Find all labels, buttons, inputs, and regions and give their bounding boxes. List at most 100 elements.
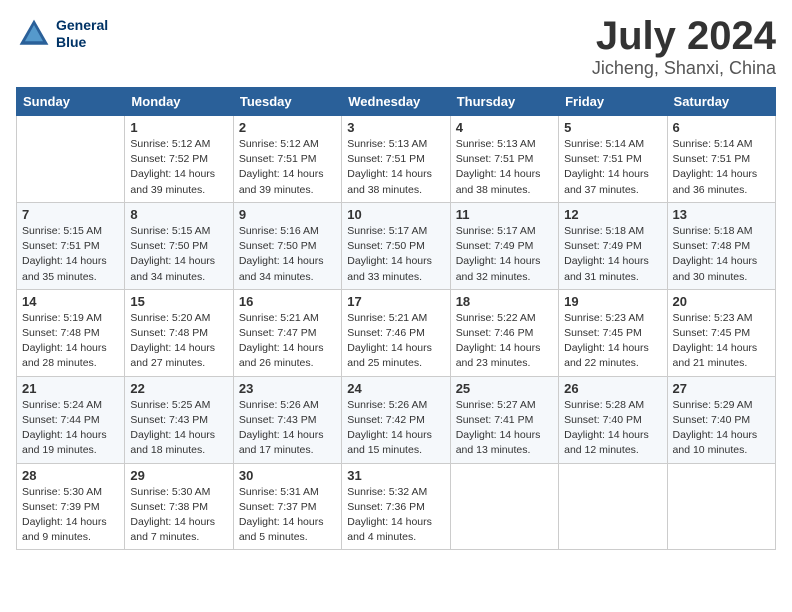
day-number: 9 — [239, 207, 336, 222]
day-info: Sunrise: 5:30 AMSunset: 7:38 PMDaylight:… — [130, 485, 227, 546]
day-number: 22 — [130, 381, 227, 396]
day-info: Sunrise: 5:12 AMSunset: 7:52 PMDaylight:… — [130, 137, 227, 198]
day-info: Sunrise: 5:30 AMSunset: 7:39 PMDaylight:… — [22, 485, 119, 546]
weekday-header-monday: Monday — [125, 88, 233, 116]
calendar-cell: 30 Sunrise: 5:31 AMSunset: 7:37 PMDayligh… — [233, 463, 341, 550]
day-number: 24 — [347, 381, 444, 396]
day-info: Sunrise: 5:13 AMSunset: 7:51 PMDaylight:… — [347, 137, 444, 198]
logo-icon — [16, 16, 52, 52]
day-info: Sunrise: 5:20 AMSunset: 7:48 PMDaylight:… — [130, 311, 227, 372]
day-info: Sunrise: 5:18 AMSunset: 7:48 PMDaylight:… — [673, 224, 770, 285]
day-info: Sunrise: 5:14 AMSunset: 7:51 PMDaylight:… — [673, 137, 770, 198]
calendar-cell: 24 Sunrise: 5:26 AMSunset: 7:42 PMDayligh… — [342, 376, 450, 463]
day-number: 12 — [564, 207, 661, 222]
calendar-cell: 25 Sunrise: 5:27 AMSunset: 7:41 PMDayligh… — [450, 376, 558, 463]
day-number: 3 — [347, 120, 444, 135]
day-number: 5 — [564, 120, 661, 135]
calendar-cell: 8 Sunrise: 5:15 AMSunset: 7:50 PMDaylight… — [125, 202, 233, 289]
day-number: 25 — [456, 381, 553, 396]
calendar-cell: 20Sunrise: 5:23 AMSunset: 7:45 PMDayligh… — [667, 289, 775, 376]
calendar-week-row: 28 Sunrise: 5:30 AMSunset: 7:39 PMDayligh… — [17, 463, 776, 550]
page-header: General Blue July 2024 Jicheng, Shanxi, … — [16, 16, 776, 79]
day-number: 6 — [673, 120, 770, 135]
day-number: 8 — [130, 207, 227, 222]
day-info: Sunrise: 5:15 AMSunset: 7:50 PMDaylight:… — [130, 224, 227, 285]
title-block: July 2024 Jicheng, Shanxi, China — [592, 16, 776, 79]
day-info: Sunrise: 5:15 AMSunset: 7:51 PMDaylight:… — [22, 224, 119, 285]
day-info: Sunrise: 5:28 AMSunset: 7:40 PMDaylight:… — [564, 398, 661, 459]
day-info: Sunrise: 5:22 AMSunset: 7:46 PMDaylight:… — [456, 311, 553, 372]
day-info: Sunrise: 5:27 AMSunset: 7:41 PMDaylight:… — [456, 398, 553, 459]
calendar-cell: 27 Sunrise: 5:29 AMSunset: 7:40 PMDayligh… — [667, 376, 775, 463]
calendar-cell: 14Sunrise: 5:19 AMSunset: 7:48 PMDayligh… — [17, 289, 125, 376]
day-info: Sunrise: 5:23 AMSunset: 7:45 PMDaylight:… — [564, 311, 661, 372]
day-info: Sunrise: 5:21 AMSunset: 7:46 PMDaylight:… — [347, 311, 444, 372]
day-number: 21 — [22, 381, 119, 396]
weekday-header-saturday: Saturday — [667, 88, 775, 116]
day-info: Sunrise: 5:16 AMSunset: 7:50 PMDaylight:… — [239, 224, 336, 285]
calendar-cell: 3 Sunrise: 5:13 AMSunset: 7:51 PMDaylight… — [342, 116, 450, 203]
calendar-cell: 22 Sunrise: 5:25 AMSunset: 7:43 PMDayligh… — [125, 376, 233, 463]
day-info: Sunrise: 5:26 AMSunset: 7:42 PMDaylight:… — [347, 398, 444, 459]
calendar-table: SundayMondayTuesdayWednesdayThursdayFrid… — [16, 87, 776, 550]
calendar-cell: 29Sunrise: 5:30 AMSunset: 7:38 PMDayligh… — [125, 463, 233, 550]
day-number: 15 — [130, 294, 227, 309]
day-number: 4 — [456, 120, 553, 135]
calendar-cell: 6 Sunrise: 5:14 AMSunset: 7:51 PMDaylight… — [667, 116, 775, 203]
day-info: Sunrise: 5:14 AMSunset: 7:51 PMDaylight:… — [564, 137, 661, 198]
day-info: Sunrise: 5:17 AMSunset: 7:50 PMDaylight:… — [347, 224, 444, 285]
calendar-cell: 23Sunrise: 5:26 AMSunset: 7:43 PMDayligh… — [233, 376, 341, 463]
calendar-cell — [450, 463, 558, 550]
day-number: 1 — [130, 120, 227, 135]
day-info: Sunrise: 5:18 AMSunset: 7:49 PMDaylight:… — [564, 224, 661, 285]
calendar-cell: 2Sunrise: 5:12 AMSunset: 7:51 PMDaylight… — [233, 116, 341, 203]
calendar-cell: 12 Sunrise: 5:18 AMSunset: 7:49 PMDayligh… — [559, 202, 667, 289]
day-info: Sunrise: 5:23 AMSunset: 7:45 PMDaylight:… — [673, 311, 770, 372]
weekday-header-thursday: Thursday — [450, 88, 558, 116]
calendar-cell: 17Sunrise: 5:21 AMSunset: 7:46 PMDayligh… — [342, 289, 450, 376]
calendar-cell: 13 Sunrise: 5:18 AMSunset: 7:48 PMDayligh… — [667, 202, 775, 289]
day-info: Sunrise: 5:25 AMSunset: 7:43 PMDaylight:… — [130, 398, 227, 459]
calendar-cell: 31 Sunrise: 5:32 AMSunset: 7:36 PMDayligh… — [342, 463, 450, 550]
day-info: Sunrise: 5:19 AMSunset: 7:48 PMDaylight:… — [22, 311, 119, 372]
calendar-cell: 4 Sunrise: 5:13 AMSunset: 7:51 PMDaylight… — [450, 116, 558, 203]
calendar-cell: 10Sunrise: 5:17 AMSunset: 7:50 PMDayligh… — [342, 202, 450, 289]
weekday-header-wednesday: Wednesday — [342, 88, 450, 116]
day-number: 31 — [347, 468, 444, 483]
weekday-header-tuesday: Tuesday — [233, 88, 341, 116]
calendar-cell: 21 Sunrise: 5:24 AMSunset: 7:44 PMDayligh… — [17, 376, 125, 463]
calendar-cell — [559, 463, 667, 550]
day-info: Sunrise: 5:24 AMSunset: 7:44 PMDaylight:… — [22, 398, 119, 459]
calendar-cell: 7 Sunrise: 5:15 AMSunset: 7:51 PMDaylight… — [17, 202, 125, 289]
day-number: 27 — [673, 381, 770, 396]
calendar-week-row: 1 Sunrise: 5:12 AMSunset: 7:52 PMDaylight… — [17, 116, 776, 203]
day-number: 7 — [22, 207, 119, 222]
logo: General Blue — [16, 16, 108, 52]
calendar-week-row: 7 Sunrise: 5:15 AMSunset: 7:51 PMDaylight… — [17, 202, 776, 289]
weekday-header-row: SundayMondayTuesdayWednesdayThursdayFrid… — [17, 88, 776, 116]
day-number: 28 — [22, 468, 119, 483]
day-number: 30 — [239, 468, 336, 483]
calendar-cell — [667, 463, 775, 550]
month-title: July 2024 — [592, 16, 776, 56]
calendar-cell: 5 Sunrise: 5:14 AMSunset: 7:51 PMDaylight… — [559, 116, 667, 203]
calendar-week-row: 21 Sunrise: 5:24 AMSunset: 7:44 PMDayligh… — [17, 376, 776, 463]
day-info: Sunrise: 5:29 AMSunset: 7:40 PMDaylight:… — [673, 398, 770, 459]
day-info: Sunrise: 5:17 AMSunset: 7:49 PMDaylight:… — [456, 224, 553, 285]
day-info: Sunrise: 5:32 AMSunset: 7:36 PMDaylight:… — [347, 485, 444, 546]
day-info: Sunrise: 5:31 AMSunset: 7:37 PMDaylight:… — [239, 485, 336, 546]
calendar-cell — [17, 116, 125, 203]
location-title: Jicheng, Shanxi, China — [592, 58, 776, 79]
day-info: Sunrise: 5:26 AMSunset: 7:43 PMDaylight:… — [239, 398, 336, 459]
day-number: 26 — [564, 381, 661, 396]
day-number: 18 — [456, 294, 553, 309]
calendar-cell: 1 Sunrise: 5:12 AMSunset: 7:52 PMDaylight… — [125, 116, 233, 203]
weekday-header-friday: Friday — [559, 88, 667, 116]
day-number: 11 — [456, 207, 553, 222]
day-info: Sunrise: 5:12 AMSunset: 7:51 PMDaylight:… — [239, 137, 336, 198]
calendar-cell: 19 Sunrise: 5:23 AMSunset: 7:45 PMDayligh… — [559, 289, 667, 376]
day-number: 19 — [564, 294, 661, 309]
day-number: 13 — [673, 207, 770, 222]
calendar-cell: 26 Sunrise: 5:28 AMSunset: 7:40 PMDayligh… — [559, 376, 667, 463]
day-info: Sunrise: 5:13 AMSunset: 7:51 PMDaylight:… — [456, 137, 553, 198]
